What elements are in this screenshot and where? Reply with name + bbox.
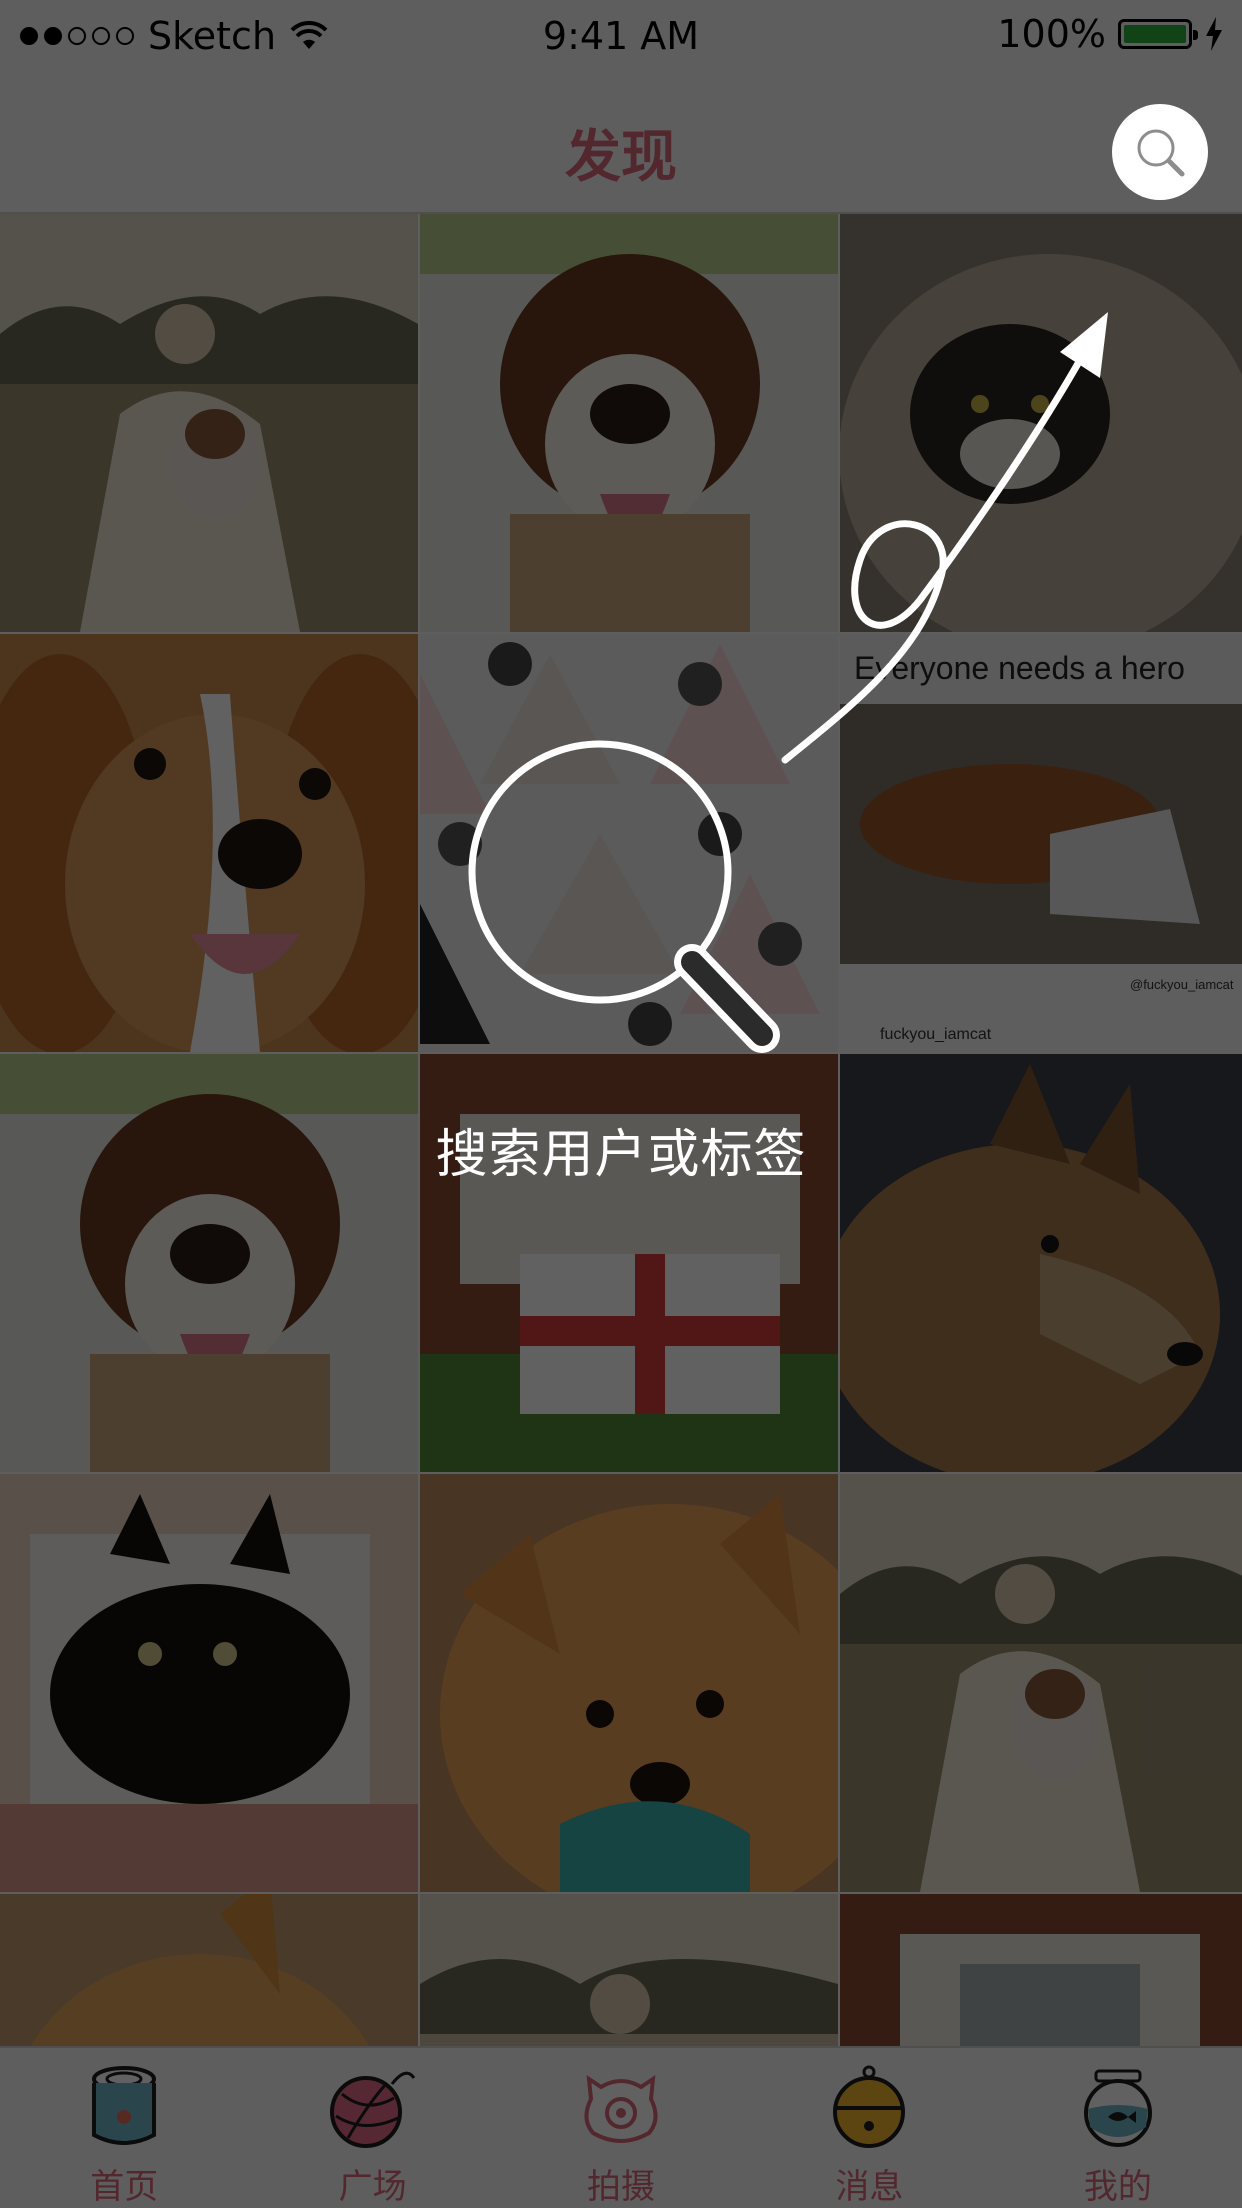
- tab-home-label: 首页: [90, 2167, 159, 2207]
- charging-bolt-icon: [1206, 17, 1222, 51]
- page-title: 发现: [565, 125, 677, 190]
- fishbowl-icon: [1083, 2069, 1152, 2147]
- tab-camera[interactable]: 拍摄: [497, 2048, 745, 2208]
- battery-percent: 100%: [997, 12, 1106, 56]
- grid-photo[interactable]: [840, 1894, 1242, 2046]
- grid-photo[interactable]: [420, 1894, 838, 2046]
- tab-messages-label: 消息: [835, 2167, 904, 2207]
- grid-photo[interactable]: [0, 634, 418, 1052]
- tab-bar: 首页 广场 拍摄 消息 我的: [0, 2046, 1242, 2208]
- tile-caption: Everyone needs a hero: [854, 650, 1185, 686]
- battery-icon: [1118, 19, 1198, 49]
- tab-messages[interactable]: 消息: [745, 2048, 993, 2208]
- tab-camera-label: 拍摄: [587, 2167, 656, 2207]
- grid-photo[interactable]: [0, 214, 418, 632]
- grid-photo[interactable]: [420, 634, 838, 1052]
- grid-photo[interactable]: Everyone needs a hero @fuckyou_iamcat fu…: [840, 634, 1242, 1052]
- search-button[interactable]: [1112, 104, 1208, 200]
- tab-profile[interactable]: 我的: [994, 2048, 1242, 2208]
- tab-square-label: 广场: [338, 2167, 407, 2207]
- bell-icon: [833, 2065, 906, 2148]
- grid-photo[interactable]: [840, 1474, 1242, 1892]
- grid-photo[interactable]: [0, 1894, 418, 2046]
- search-icon: [1137, 129, 1185, 177]
- tab-square[interactable]: 广场: [248, 2048, 496, 2208]
- tab-profile-label: 我的: [1083, 2167, 1152, 2207]
- grid-photo[interactable]: [840, 214, 1242, 632]
- tile-credit: fuckyou_iamcat: [880, 1026, 992, 1043]
- nav-bar: 发现: [0, 72, 1242, 214]
- grid-photo[interactable]: [0, 1474, 418, 1892]
- tile-watermark: @fuckyou_iamcat: [1130, 977, 1234, 992]
- grid-photo[interactable]: [420, 214, 838, 632]
- pig-camera-icon: [584, 2074, 658, 2143]
- guide-text: 搜索用户或标签: [435, 1125, 807, 1185]
- status-bar: Sketch 9:41 AM 100%: [0, 0, 1242, 72]
- battery-group: 100%: [997, 12, 1224, 56]
- grid-photo[interactable]: [420, 1474, 838, 1892]
- tab-home[interactable]: 首页: [0, 2048, 248, 2208]
- cat-food-can-icon: [92, 2065, 157, 2145]
- yarn-ball-icon: [329, 2071, 415, 2148]
